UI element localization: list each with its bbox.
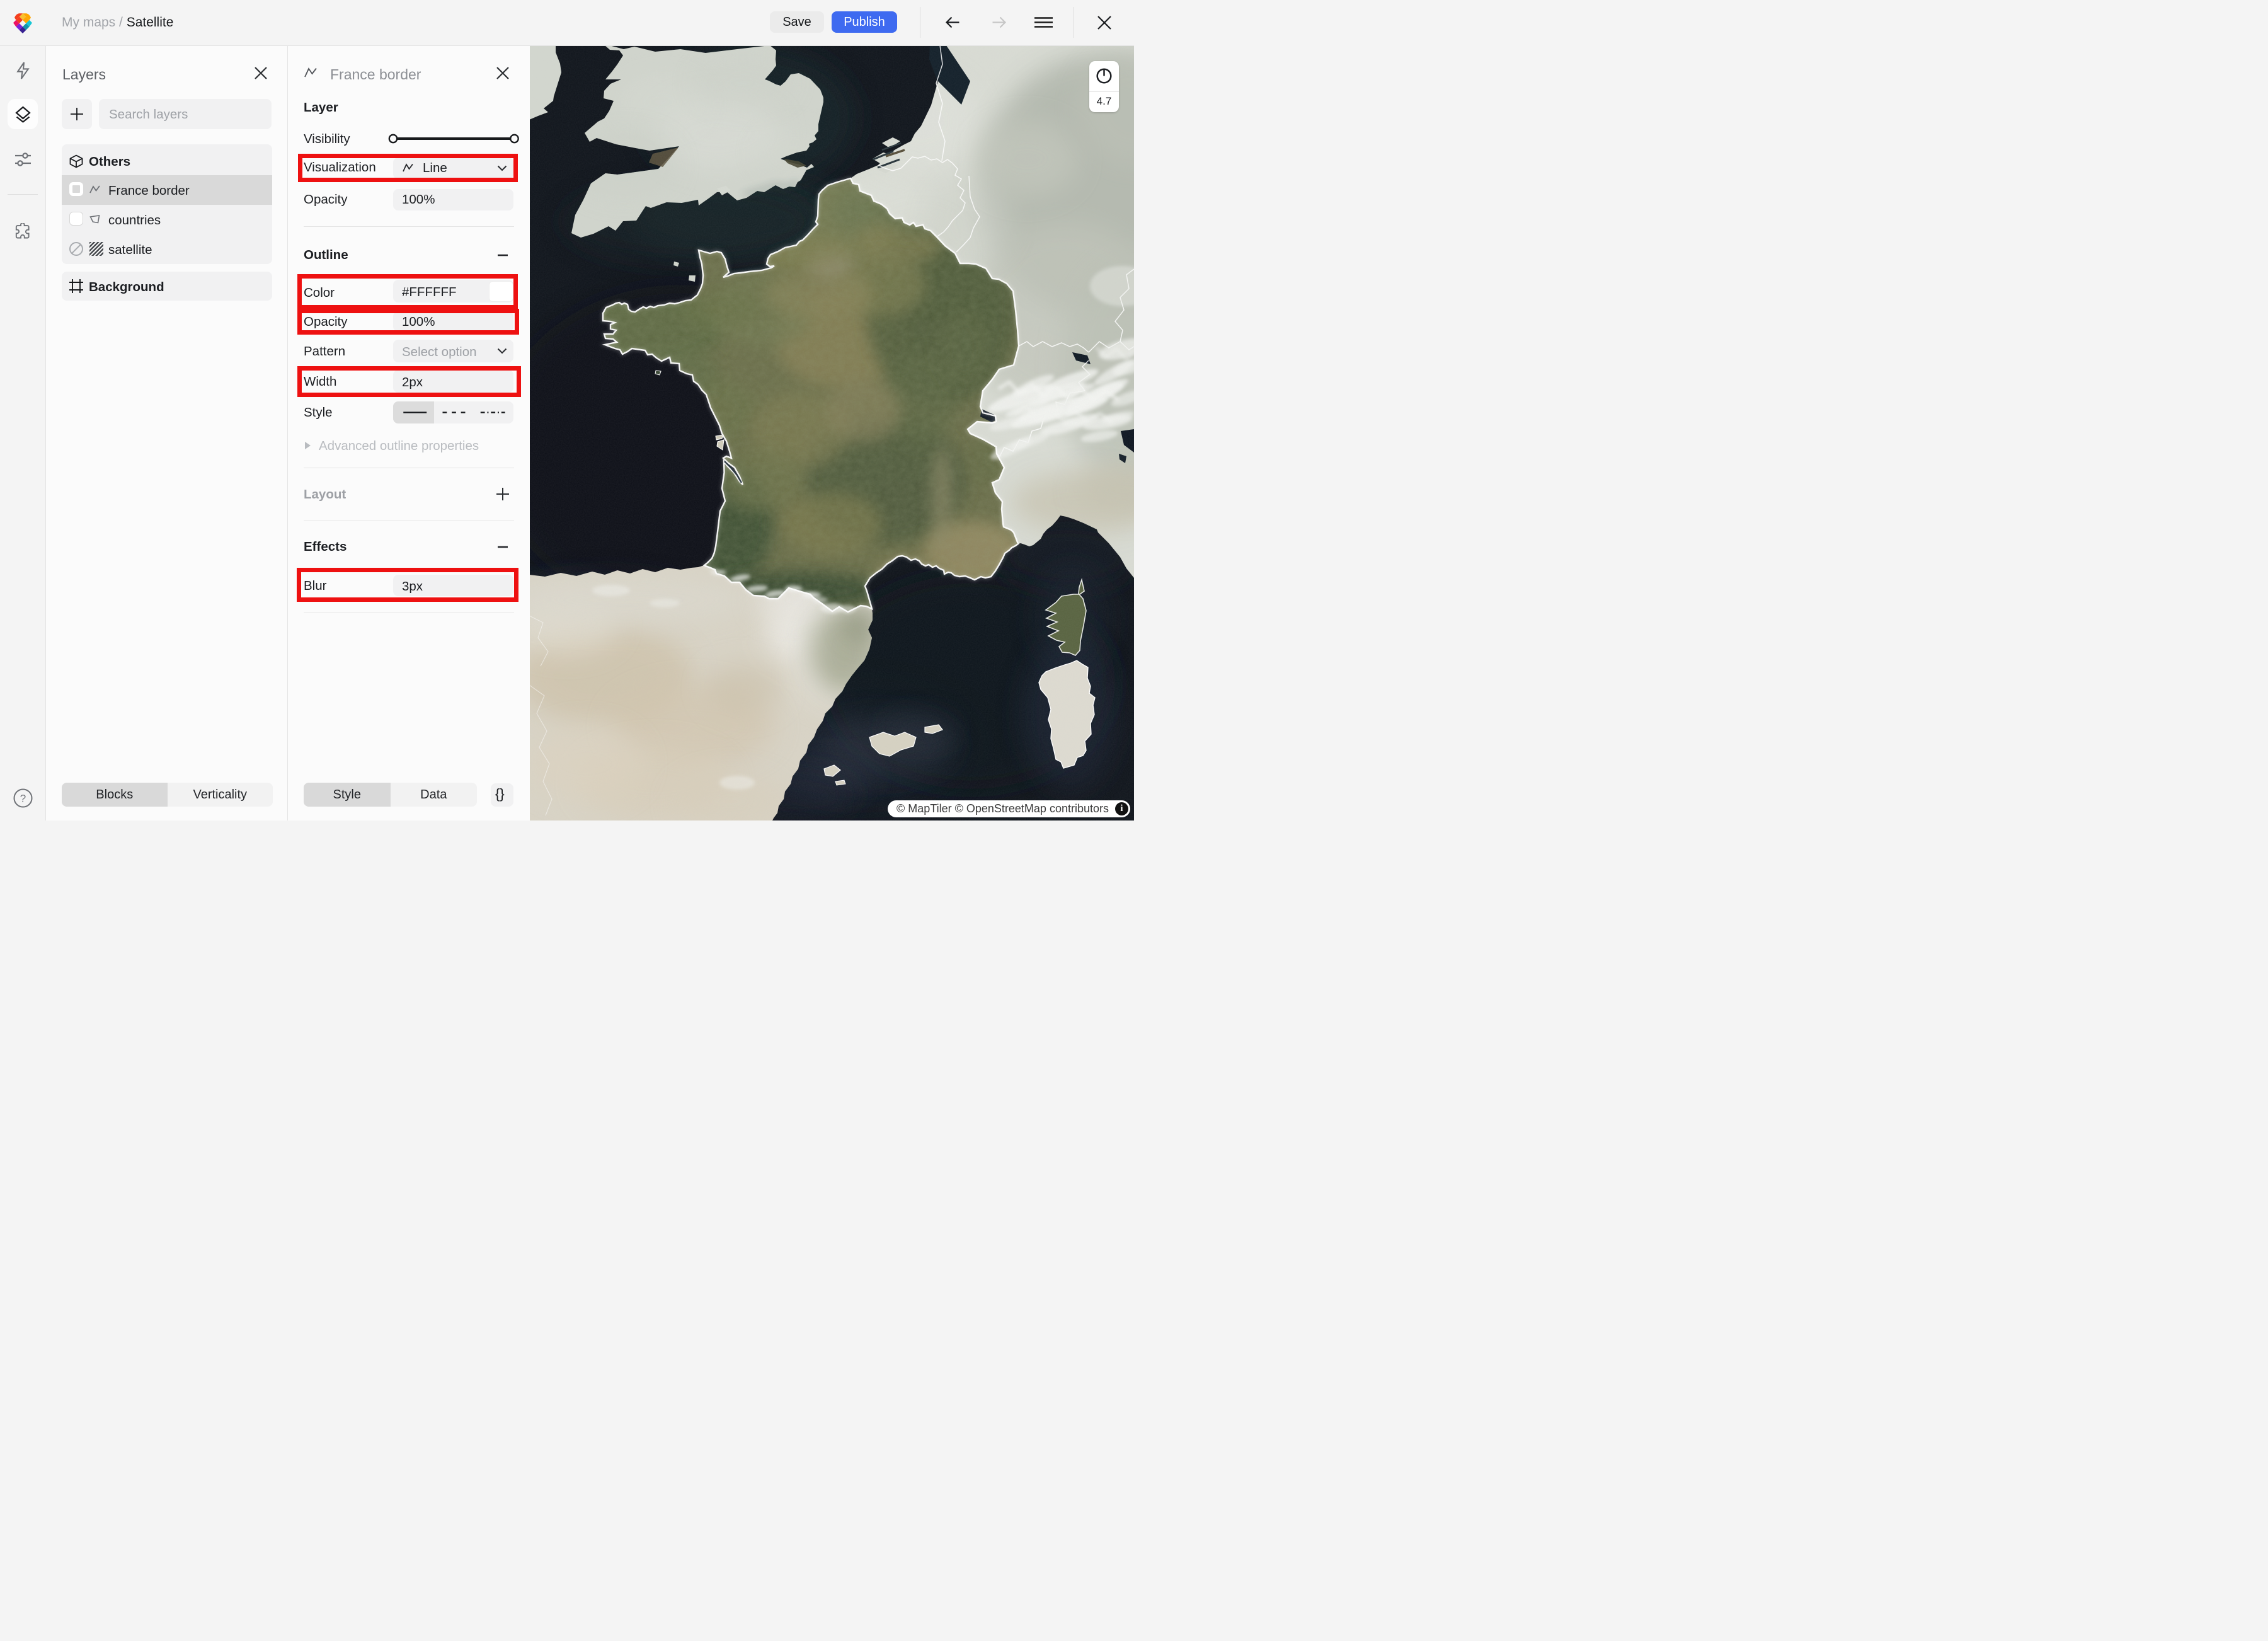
svg-text:?: ? [20,793,26,805]
